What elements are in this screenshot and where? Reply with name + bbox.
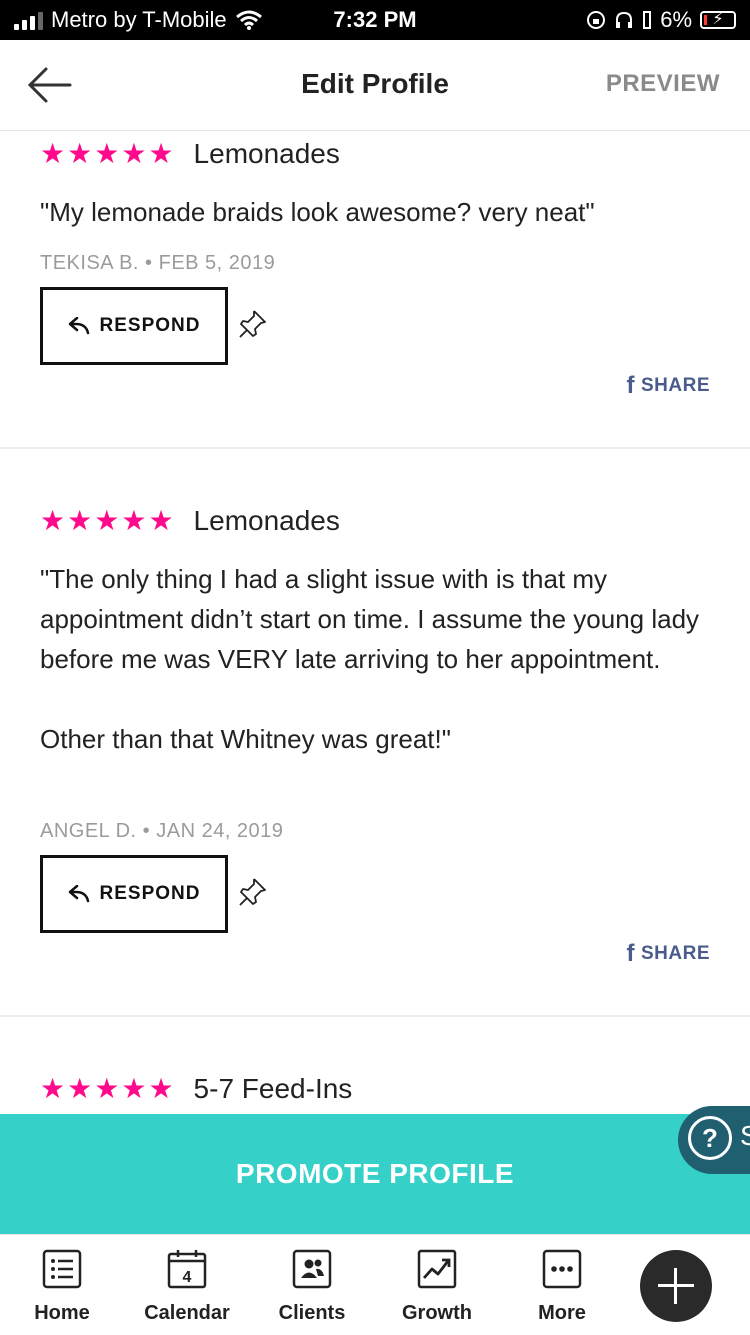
share-label: SHARE bbox=[640, 375, 710, 396]
star-icon: ★ bbox=[40, 138, 66, 169]
star-icon: ★ bbox=[121, 505, 147, 536]
review-card: ★ ★ ★ ★ ★ Lemonades "The only thing I had a … bbox=[0, 449, 750, 1015]
add-button[interactable] bbox=[640, 1250, 712, 1322]
pin-icon[interactable] bbox=[236, 876, 268, 908]
share-label: SHARE bbox=[640, 943, 710, 964]
tab-home[interactable]: Home bbox=[7, 1249, 117, 1325]
star-rating: ★ ★ ★ ★ ★ bbox=[40, 507, 174, 535]
review-meta: TEKISA B. • FEB 5, 2019 bbox=[40, 252, 276, 274]
star-icon: ★ bbox=[94, 1073, 120, 1104]
rotation-lock-icon bbox=[587, 11, 606, 29]
top-nav: Edit Profile PREVIEW bbox=[0, 40, 750, 131]
respond-label: RESPOND bbox=[99, 315, 201, 336]
battery-percent: 6% bbox=[660, 7, 692, 32]
star-icon: ★ bbox=[40, 505, 66, 536]
review-card: ★ ★ ★ ★ ★ 5-7 Feed-Ins bbox=[0, 1017, 750, 1114]
review-text: "My lemonade braids look awesome? very n… bbox=[40, 197, 595, 227]
clients-icon bbox=[292, 1249, 332, 1289]
battery-small-icon bbox=[643, 11, 652, 29]
tab-clients-label: Clients bbox=[278, 1302, 346, 1324]
facebook-share-button[interactable]: f SHARE bbox=[626, 940, 710, 968]
star-icon: ★ bbox=[94, 505, 120, 536]
preview-button[interactable]: PREVIEW bbox=[606, 70, 720, 98]
respond-button[interactable]: RESPOND bbox=[40, 855, 228, 933]
review-rating-row: ★ ★ ★ ★ ★ Lemonades bbox=[40, 138, 340, 170]
list-icon bbox=[42, 1249, 82, 1289]
review-text: "The only thing I had a slight issue wit… bbox=[40, 564, 700, 754]
review-rating-row: ★ ★ ★ ★ ★ 5-7 Feed-Ins bbox=[40, 1073, 352, 1105]
tab-more-label: More bbox=[538, 1302, 586, 1324]
promote-profile-button[interactable]: PROMOTE PROFILE bbox=[0, 1114, 750, 1234]
review-service: 5-7 Feed-Ins bbox=[193, 1073, 353, 1104]
help-label-cut: S bbox=[740, 1120, 750, 1151]
calendar-badge: 4 bbox=[183, 1269, 192, 1286]
growth-icon bbox=[417, 1249, 457, 1289]
tab-calendar-label: Calendar bbox=[144, 1302, 230, 1324]
battery-icon: ⚡ bbox=[700, 11, 736, 29]
star-icon: ★ bbox=[148, 138, 174, 169]
star-icon: ★ bbox=[148, 505, 174, 536]
tab-home-label: Home bbox=[34, 1302, 90, 1324]
review-card: ★ ★ ★ ★ ★ Lemonades "My lemonade braids look… bbox=[0, 130, 750, 448]
status-bar: Metro by T-Mobile 7:32 PM 6% ⚡ bbox=[0, 0, 750, 40]
star-icon: ★ bbox=[67, 138, 93, 169]
headphones-icon bbox=[616, 11, 633, 28]
tab-growth[interactable]: Growth bbox=[382, 1249, 492, 1325]
facebook-icon: f bbox=[626, 372, 635, 399]
tab-more[interactable]: More bbox=[507, 1249, 617, 1325]
review-service: Lemonades bbox=[193, 505, 340, 536]
star-icon: ★ bbox=[40, 1073, 66, 1104]
tab-growth-label: Growth bbox=[402, 1302, 472, 1324]
star-icon: ★ bbox=[67, 1073, 93, 1104]
star-icon: ★ bbox=[121, 1073, 147, 1104]
star-icon: ★ bbox=[94, 138, 120, 169]
facebook-share-button[interactable]: f SHARE bbox=[626, 372, 710, 400]
review-meta: ANGEL D. • JAN 24, 2019 bbox=[40, 820, 284, 842]
star-icon: ★ bbox=[67, 505, 93, 536]
star-rating: ★ ★ ★ ★ ★ bbox=[40, 1075, 174, 1103]
help-icon: ? bbox=[688, 1116, 732, 1160]
star-icon: ★ bbox=[121, 138, 147, 169]
reply-arrow-icon bbox=[68, 317, 89, 335]
help-button[interactable]: ? S bbox=[678, 1106, 750, 1174]
tab-clients[interactable]: Clients bbox=[257, 1249, 367, 1325]
review-rating-row: ★ ★ ★ ★ ★ Lemonades bbox=[40, 505, 340, 537]
star-icon: ★ bbox=[148, 1073, 174, 1104]
tab-calendar[interactable]: 4 Calendar bbox=[132, 1249, 242, 1325]
facebook-icon: f bbox=[626, 940, 635, 967]
star-rating: ★ ★ ★ ★ ★ bbox=[40, 140, 174, 168]
respond-label: RESPOND bbox=[99, 883, 201, 904]
pin-icon[interactable] bbox=[236, 308, 268, 340]
status-right: 6% ⚡ bbox=[586, 7, 736, 33]
respond-button[interactable]: RESPOND bbox=[40, 287, 228, 365]
bottom-tab-bar: Home 4 Calendar Clients Growth More bbox=[0, 1234, 750, 1335]
calendar-icon: 4 bbox=[167, 1250, 207, 1289]
review-service: Lemonades bbox=[193, 138, 340, 169]
more-icon bbox=[542, 1249, 582, 1289]
reply-arrow-icon bbox=[68, 885, 89, 903]
